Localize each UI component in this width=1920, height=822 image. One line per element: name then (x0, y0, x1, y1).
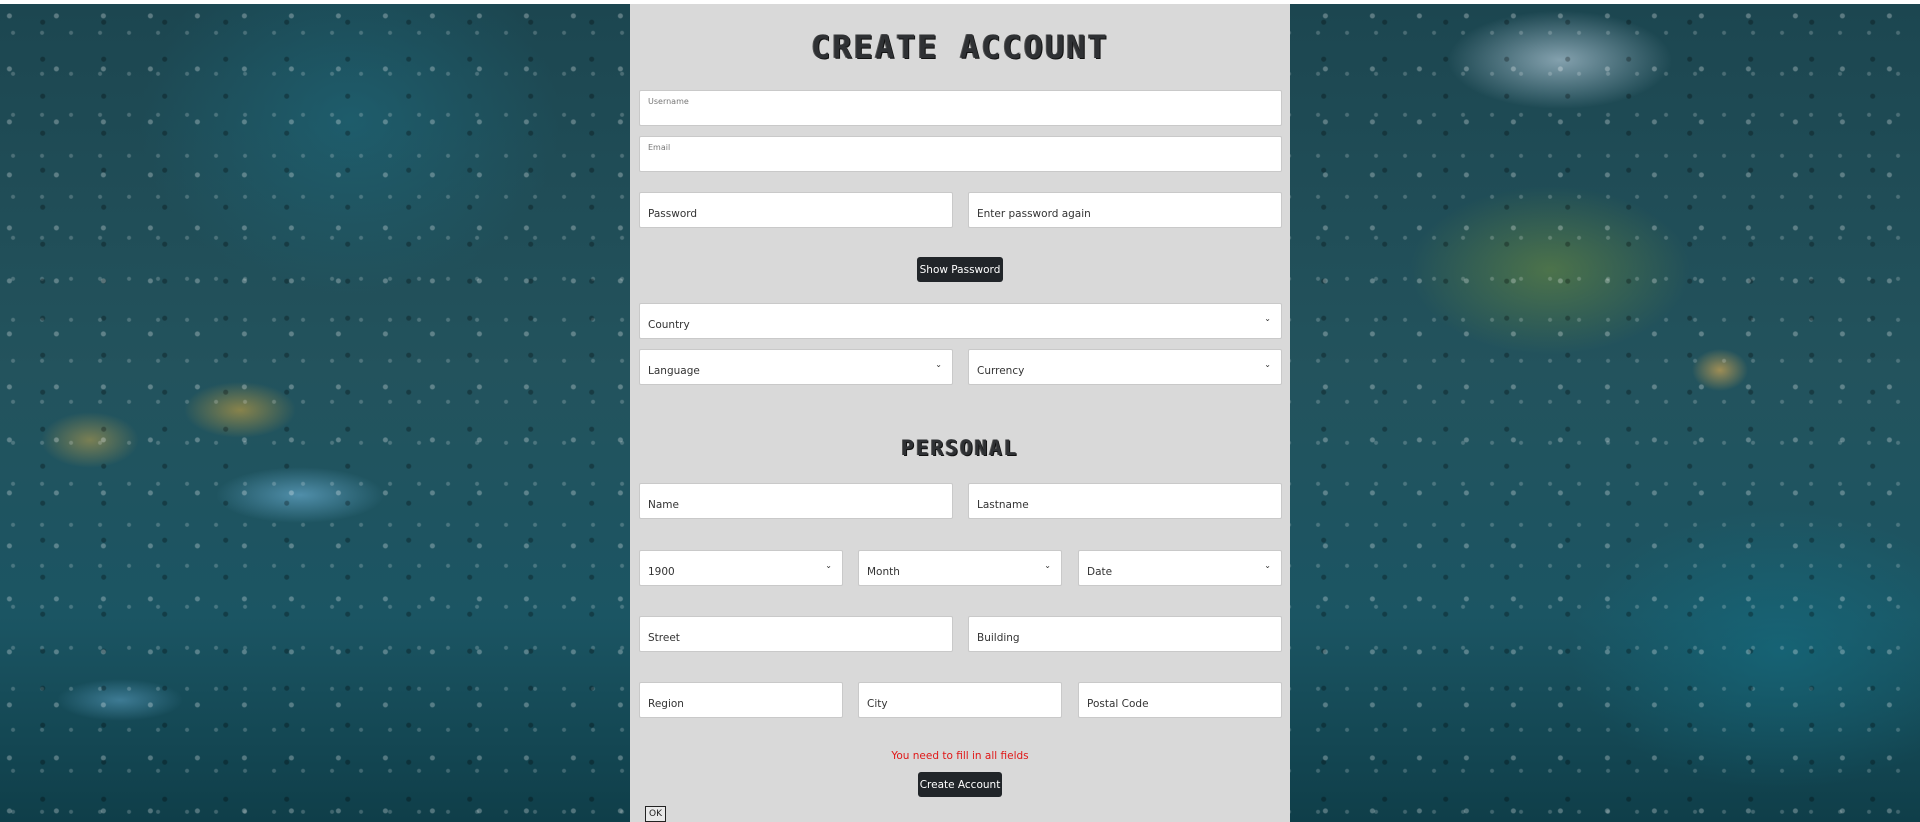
password-placeholder: Password (648, 208, 698, 220)
birth-date-select[interactable]: Date ⌄ (1078, 550, 1282, 586)
username-input[interactable]: Username (639, 90, 1282, 126)
language-select[interactable]: Language ⌄ (639, 349, 953, 385)
lastname-placeholder: Lastname (977, 499, 1029, 511)
birth-year-value: 1900 (648, 566, 675, 578)
language-value: Language (648, 365, 700, 377)
chevron-down-icon: ⌄ (1264, 360, 1271, 369)
street-placeholder: Street (648, 632, 680, 644)
email-input[interactable]: Email (639, 136, 1282, 172)
country-select[interactable]: Country ⌄ (639, 303, 1282, 339)
name-placeholder: Name (648, 499, 679, 511)
chevron-down-icon: ⌄ (1044, 561, 1051, 570)
chevron-down-icon: ⌄ (1264, 561, 1271, 570)
chevron-down-icon: ⌄ (935, 360, 942, 369)
building-input[interactable]: Building (968, 616, 1282, 652)
street-input[interactable]: Street (639, 616, 953, 652)
region-placeholder: Region (648, 698, 684, 710)
currency-value: Currency (977, 365, 1025, 377)
city-input[interactable]: City (858, 682, 1062, 718)
create-account-form: CREATE ACCOUNT Username Email Password E… (630, 4, 1290, 822)
page-title: CREATE ACCOUNT (811, 28, 1109, 66)
postal-code-placeholder: Postal Code (1087, 698, 1149, 710)
error-message: You need to fill in all fields (891, 750, 1029, 762)
lastname-input[interactable]: Lastname (968, 483, 1282, 519)
birth-date-value: Date (1087, 566, 1113, 578)
username-placeholder: Username (648, 97, 689, 106)
country-value: Country (648, 319, 690, 331)
currency-select[interactable]: Currency ⌄ (968, 349, 1282, 385)
name-input[interactable]: Name (639, 483, 953, 519)
birth-month-value: Month (867, 566, 900, 578)
email-placeholder: Email (648, 143, 671, 152)
password-input[interactable]: Password (639, 192, 953, 228)
building-placeholder: Building (977, 632, 1020, 644)
password-again-input[interactable]: Enter password again (968, 192, 1282, 228)
show-password-button[interactable]: Show Password (917, 257, 1003, 282)
region-input[interactable]: Region (639, 682, 843, 718)
birth-year-select[interactable]: 1900 ⌄ (639, 550, 843, 586)
city-placeholder: City (867, 698, 888, 710)
chevron-down-icon: ⌄ (1264, 314, 1271, 323)
birth-month-select[interactable]: Month ⌄ (858, 550, 1062, 586)
ok-button[interactable]: OK (645, 806, 666, 822)
password-again-placeholder: Enter password again (977, 208, 1091, 220)
postal-code-input[interactable]: Postal Code (1078, 682, 1282, 718)
personal-section-title: PERSONAL (901, 436, 1019, 460)
create-account-button[interactable]: Create Account (918, 772, 1002, 797)
chevron-down-icon: ⌄ (825, 561, 832, 570)
